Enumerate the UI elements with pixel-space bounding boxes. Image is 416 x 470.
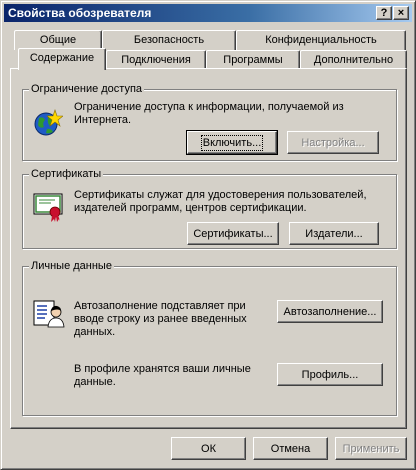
title-bar[interactable]: Свойства обозревателя ? ×	[4, 4, 412, 22]
personal-info-title: Личные данные	[29, 259, 114, 273]
content-advisor-title: Ограничение доступа	[29, 82, 145, 96]
certificates-group: Сертификаты Сертификаты служат для удост…	[22, 167, 397, 249]
tab-content[interactable]: Содержание	[18, 48, 106, 70]
tab-privacy[interactable]: Конфиденциальность	[236, 30, 406, 50]
profile-description: В профиле хранятся ваши личные данные.	[74, 363, 251, 388]
enable-button[interactable]: Включить...	[186, 130, 278, 155]
close-button[interactable]: ×	[393, 6, 409, 20]
apply-button[interactable]: Применить	[335, 437, 407, 460]
dialog-window: Свойства обозревателя ? × Общие Безопасн…	[0, 0, 416, 470]
certificates-title: Сертификаты	[29, 167, 104, 181]
profile-card-icon	[33, 300, 65, 328]
autocomplete-description: Автозаполнение подставляет при вводе стр…	[74, 300, 247, 338]
ok-button[interactable]: ОК	[171, 437, 246, 460]
content-advisor-group: Ограничение доступа Ограничение доступа …	[22, 82, 397, 161]
tab-security[interactable]: Безопасность	[102, 30, 236, 50]
autocomplete-button[interactable]: Автозаполнение...	[277, 300, 383, 323]
profile-button[interactable]: Профиль...	[277, 363, 383, 386]
tab-panel-content: Ограничение доступа Ограничение доступа …	[10, 68, 407, 429]
tab-programs[interactable]: Программы	[206, 50, 300, 70]
content-advisor-description: Ограничение доступа к информации, получа…	[74, 101, 344, 126]
window-title: Свойства обозревателя	[8, 6, 152, 20]
tab-advanced[interactable]: Дополнительно	[300, 50, 407, 70]
certificates-description: Сертификаты служат для удостоверения пол…	[74, 189, 367, 214]
tab-general[interactable]: Общие	[14, 30, 102, 50]
publishers-button[interactable]: Издатели...	[289, 222, 379, 245]
certificates-button[interactable]: Сертификаты...	[187, 222, 279, 245]
globe-star-icon	[34, 109, 63, 136]
tab-connections[interactable]: Подключения	[106, 50, 206, 70]
help-button[interactable]: ?	[376, 6, 392, 20]
cancel-button[interactable]: Отмена	[253, 437, 328, 460]
settings-button[interactable]: Настройка...	[287, 131, 379, 154]
personal-info-group: Личные данные Автозаполнение подставляет…	[22, 259, 397, 416]
enable-button-label: Включить...	[200, 134, 264, 151]
certificate-icon	[33, 193, 63, 222]
